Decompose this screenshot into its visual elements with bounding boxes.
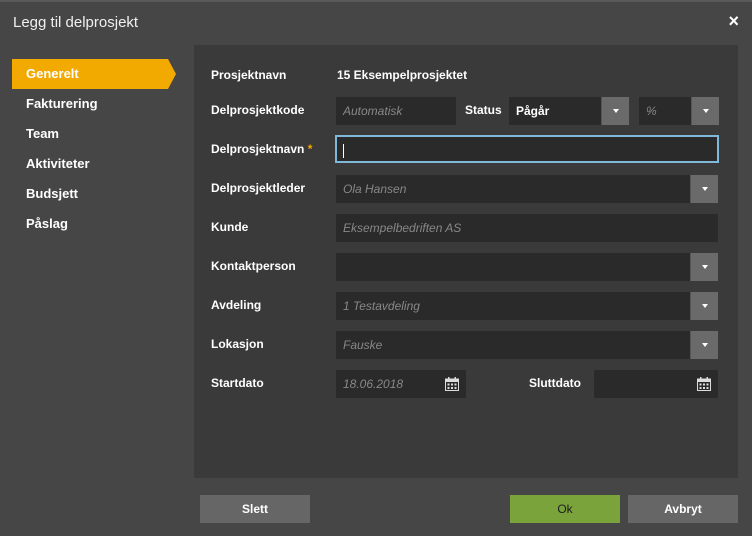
chevron-down-icon[interactable] (690, 175, 718, 203)
chevron-down-icon[interactable] (691, 97, 719, 125)
cancel-button[interactable]: Avbryt (628, 495, 738, 523)
sluttdato-label: Sluttdato (529, 376, 581, 390)
delprosjektkode-label: Delprosjektkode (211, 103, 305, 117)
sidebar-item-aktiviteter[interactable]: Aktiviteter (12, 149, 182, 179)
avdeling-label: Avdeling (211, 298, 262, 312)
percent-placeholder: % (646, 104, 657, 118)
prosjektnavn-label: Prosjektnavn (211, 68, 287, 82)
kunde-input[interactable]: Eksempelbedriften AS (336, 214, 718, 242)
delprosjektleder-select[interactable]: Ola Hansen (336, 175, 718, 203)
sidebar-item-paslag[interactable]: Påslag (12, 209, 182, 239)
calendar-icon[interactable] (445, 377, 459, 391)
required-marker: * (307, 142, 313, 156)
delprosjektleder-placeholder: Ola Hansen (343, 182, 407, 196)
avdeling-placeholder: 1 Testavdeling (343, 299, 420, 313)
delprosjektnavn-label-text: Delprosjektnavn (211, 142, 305, 156)
delprosjektleder-label: Delprosjektleder (211, 181, 306, 195)
chevron-down-icon[interactable] (690, 292, 718, 320)
kontaktperson-select[interactable] (336, 253, 718, 281)
prosjektnavn-value: 15 Eksempelprosjektet (337, 68, 468, 82)
startdato-label: Startdato (211, 376, 264, 390)
delprosjektkode-input[interactable]: Automatisk (336, 97, 456, 125)
form-panel: Prosjektnavn 15 Eksempelprosjektet Delpr… (194, 45, 738, 478)
avdeling-select[interactable]: 1 Testavdeling (336, 292, 718, 320)
lokasjon-label: Lokasjon (211, 337, 264, 351)
chevron-down-icon[interactable] (690, 253, 718, 281)
chevron-down-icon[interactable] (601, 97, 629, 125)
sidebar-item-generelt[interactable]: Generelt (12, 59, 176, 89)
status-label: Status (465, 103, 502, 117)
kunde-label: Kunde (211, 220, 249, 234)
delprosjektnavn-label: Delprosjektnavn * (211, 142, 312, 156)
startdato-placeholder: 18.06.2018 (343, 377, 404, 391)
dialog: Legg til delprosjekt × Generelt Fakturer… (0, 0, 752, 536)
delete-button[interactable]: Slett (200, 495, 310, 523)
sidebar-item-team[interactable]: Team (12, 119, 182, 149)
sidebar-item-budsjett[interactable]: Budsjett (12, 179, 182, 209)
calendar-icon[interactable] (697, 377, 711, 391)
status-select[interactable]: Pågår (509, 97, 629, 125)
close-icon[interactable]: × (728, 11, 739, 32)
lokasjon-placeholder: Fauske (343, 338, 383, 352)
percent-select[interactable]: % (639, 97, 719, 125)
ok-button[interactable]: Ok (510, 495, 620, 523)
sluttdato-input[interactable] (594, 370, 718, 398)
lokasjon-select[interactable]: Fauske (336, 331, 718, 359)
text-caret (343, 143, 344, 158)
status-value: Pågår (516, 104, 550, 118)
sidebar-item-fakturering[interactable]: Fakturering (12, 89, 182, 119)
chevron-down-icon[interactable] (690, 331, 718, 359)
dialog-title: Legg til delprosjekt (13, 14, 139, 31)
sidebar: Generelt Fakturering Team Aktiviteter Bu… (12, 59, 182, 239)
kontaktperson-label: Kontaktperson (211, 259, 296, 273)
delprosjektnavn-input[interactable] (335, 135, 719, 163)
startdato-input[interactable]: 18.06.2018 (336, 370, 466, 398)
